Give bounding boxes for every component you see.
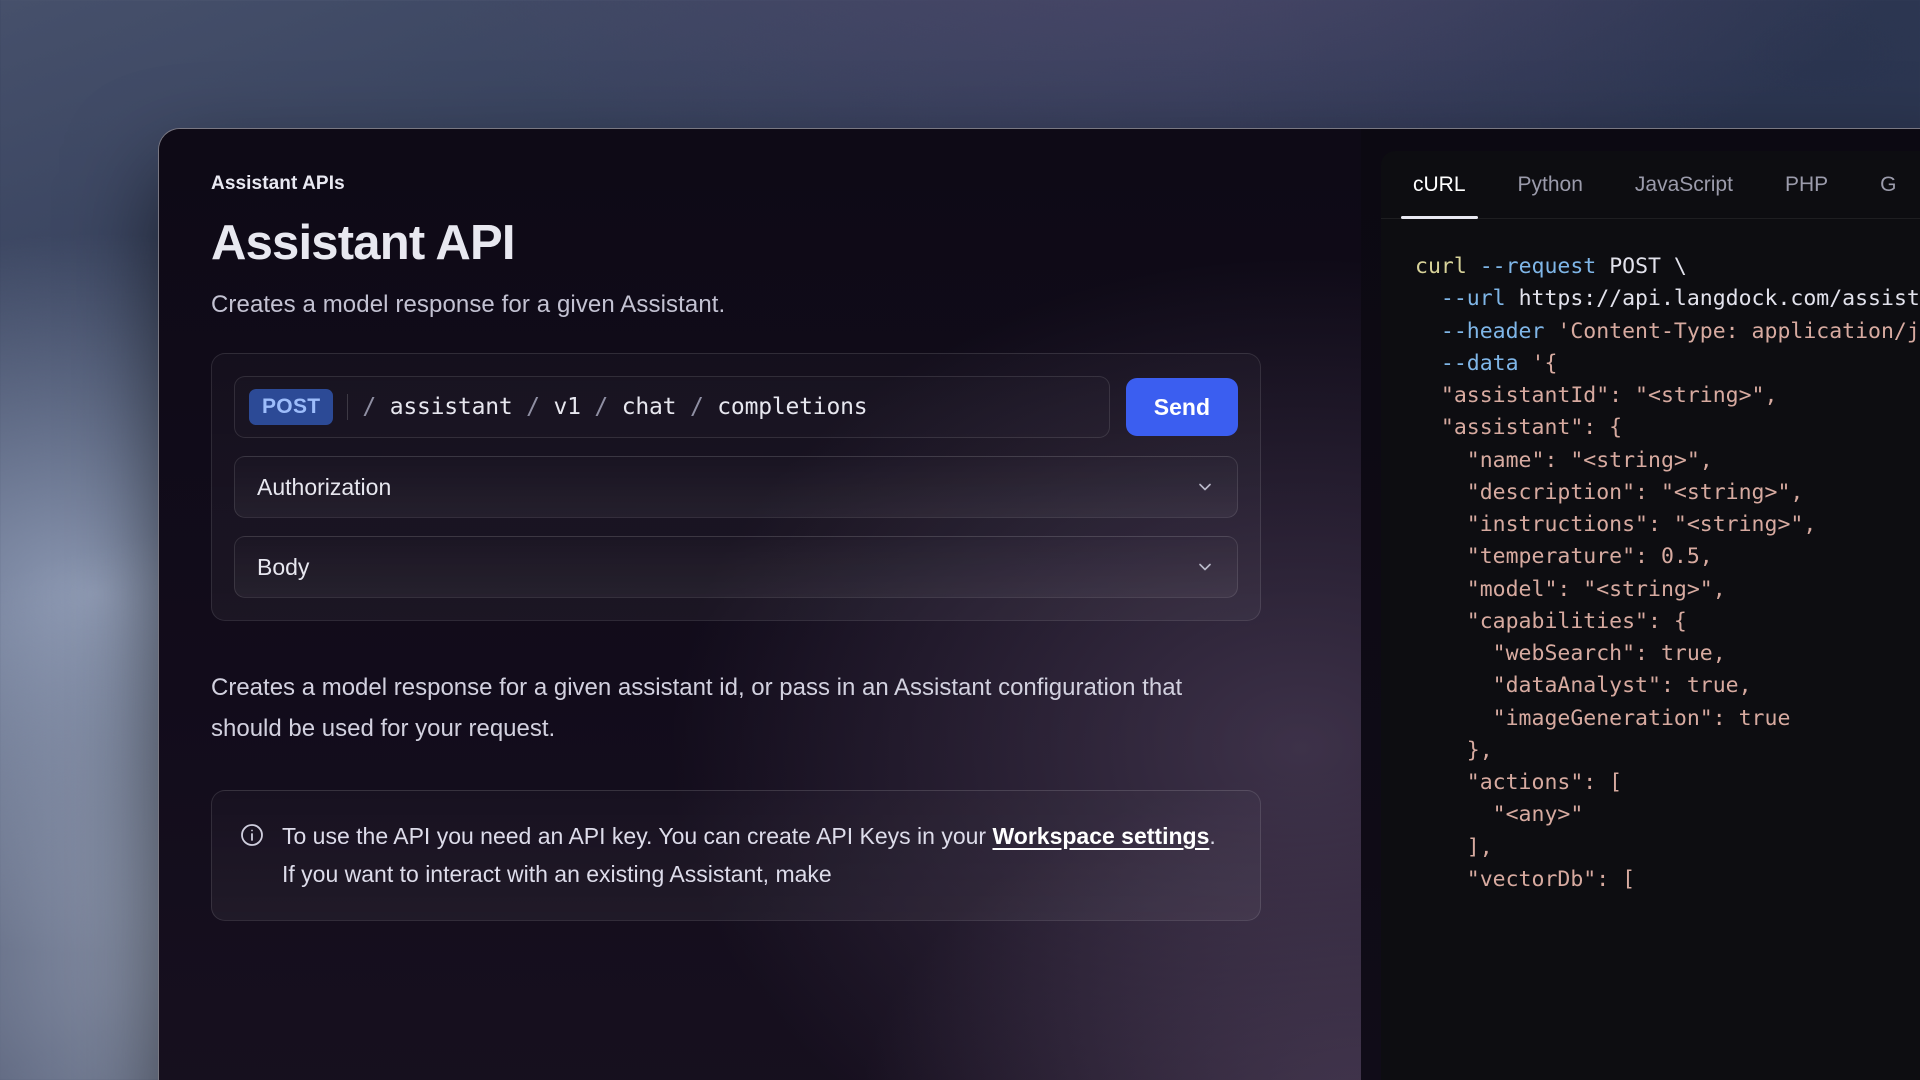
endpoint-path: / assistant / v1 / chat / completions <box>362 394 867 420</box>
accordion-authorization[interactable]: Authorization <box>234 456 1238 518</box>
accordion-label: Authorization <box>257 474 391 501</box>
chevron-down-icon <box>1195 557 1215 577</box>
endpoint-row: POST / assistant / v1 / chat / completio… <box>234 376 1238 438</box>
code-line: "model": "<string>", <box>1415 574 1920 606</box>
code-line: "<any>" <box>1415 799 1920 831</box>
code-line: --url https://api.langdock.com/assista <box>1415 283 1920 315</box>
endpoint-card: POST / assistant / v1 / chat / completio… <box>211 353 1261 621</box>
page-subtitle: Creates a model response for a given Ass… <box>211 291 1309 319</box>
accordion-label: Body <box>257 554 309 581</box>
code-pane: cURLPythonJavaScriptPHPG curl --request … <box>1361 129 1920 1080</box>
endpoint-url-bar[interactable]: POST / assistant / v1 / chat / completio… <box>234 376 1110 438</box>
info-circle-icon <box>240 823 264 847</box>
code-line: "name": "<string>", <box>1415 445 1920 477</box>
workspace-settings-link[interactable]: Workspace settings <box>992 823 1209 849</box>
code-line: --data '{ <box>1415 348 1920 380</box>
code-line: curl --request POST \ <box>1415 251 1920 283</box>
code-line: ], <box>1415 832 1920 864</box>
code-line: "dataAnalyst": true, <box>1415 670 1920 702</box>
page-title: Assistant API <box>211 215 1309 271</box>
description-paragraph: Creates a model response for a given ass… <box>211 667 1221 750</box>
tab-curl[interactable]: cURL <box>1387 151 1492 218</box>
info-callout: To use the API you need an API key. You … <box>211 790 1261 921</box>
breadcrumb[interactable]: Assistant APIs <box>211 173 1309 195</box>
tab-python[interactable]: Python <box>1492 151 1609 218</box>
documentation-pane: Assistant APIs Assistant API Creates a m… <box>159 129 1361 1080</box>
code-line: "actions": [ <box>1415 767 1920 799</box>
code-line: "vectorDb": [ <box>1415 864 1920 896</box>
http-method-badge: POST <box>249 389 333 425</box>
tab-g[interactable]: G <box>1854 151 1920 218</box>
code-line: "webSearch": true, <box>1415 638 1920 670</box>
code-line: "temperature": 0.5, <box>1415 541 1920 573</box>
code-line: "assistantId": "<string>", <box>1415 380 1920 412</box>
code-line: "description": "<string>", <box>1415 477 1920 509</box>
tab-javascript[interactable]: JavaScript <box>1609 151 1759 218</box>
code-line: --header 'Content-Type: application/js <box>1415 316 1920 348</box>
chevron-down-icon <box>1195 477 1215 497</box>
bar-divider <box>347 394 348 420</box>
language-tabs: cURLPythonJavaScriptPHPG <box>1381 151 1920 219</box>
code-snippet[interactable]: curl --request POST \ --url https://api.… <box>1381 219 1920 896</box>
code-line: "assistant": { <box>1415 412 1920 444</box>
code-line: "instructions": "<string>", <box>1415 509 1920 541</box>
tab-php[interactable]: PHP <box>1759 151 1854 218</box>
code-line: "imageGeneration": true <box>1415 703 1920 735</box>
info-callout-text: To use the API you need an API key. You … <box>282 817 1232 894</box>
app-window: Assistant APIs Assistant API Creates a m… <box>158 128 1920 1080</box>
send-button[interactable]: Send <box>1126 378 1238 436</box>
info-text-before: To use the API you need an API key. You … <box>282 823 992 849</box>
code-card: cURLPythonJavaScriptPHPG curl --request … <box>1381 151 1920 1080</box>
code-line: }, <box>1415 735 1920 767</box>
accordion-body[interactable]: Body <box>234 536 1238 598</box>
code-line: "capabilities": { <box>1415 606 1920 638</box>
